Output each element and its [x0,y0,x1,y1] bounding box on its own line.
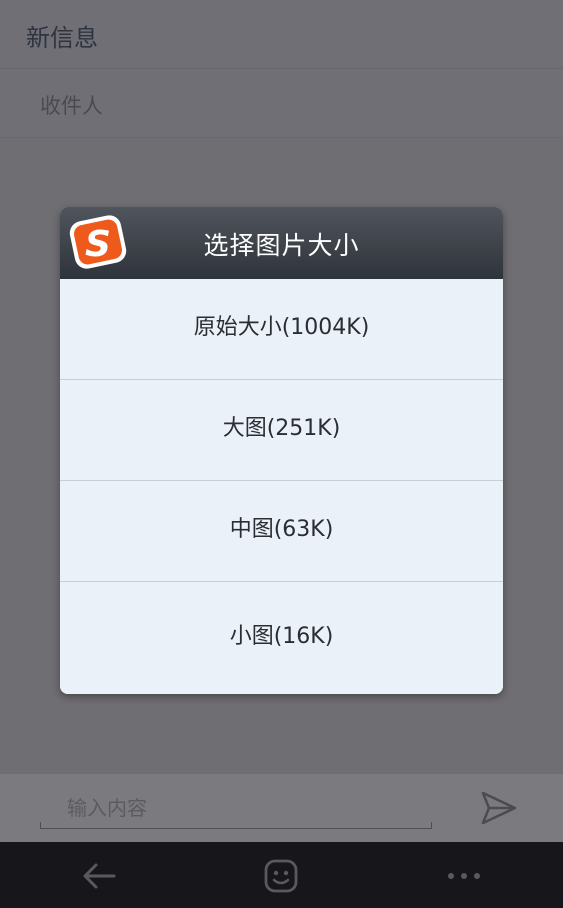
composer-bar: 输入内容 [0,774,563,842]
emoji-icon[interactable] [261,856,301,896]
message-placeholder: 输入内容 [67,796,147,820]
app-header: 新信息 [0,0,563,69]
option-medium[interactable]: 中图(63K) [60,481,503,582]
recipient-label: 收件人 [40,94,103,118]
option-label: 大图(251K) [222,416,341,441]
option-small[interactable]: 小图(16K) [60,582,503,694]
back-icon[interactable] [80,856,120,896]
send-icon[interactable] [480,790,518,826]
option-label: 中图(63K) [229,517,334,542]
option-label: 小图(16K) [229,624,334,649]
dialog-header: S 选择图片大小 [60,207,503,279]
message-input[interactable]: 输入内容 [40,788,432,829]
page-title: 新信息 [26,24,98,52]
dialog-title: 选择图片大小 [203,231,360,260]
more-icon[interactable] [444,856,484,896]
size-options-list: 原始大小(1004K) 大图(251K) 中图(63K) 小图(16K) [60,279,503,694]
option-label: 原始大小(1004K) [193,315,370,340]
recipient-field[interactable]: 收件人 [0,69,563,138]
option-large[interactable]: 大图(251K) [60,380,503,481]
system-navbar [0,842,563,908]
option-original-size[interactable]: 原始大小(1004K) [60,279,503,380]
image-size-dialog: S 选择图片大小 原始大小(1004K) 大图(251K) 中图(63K) 小图… [60,207,503,694]
